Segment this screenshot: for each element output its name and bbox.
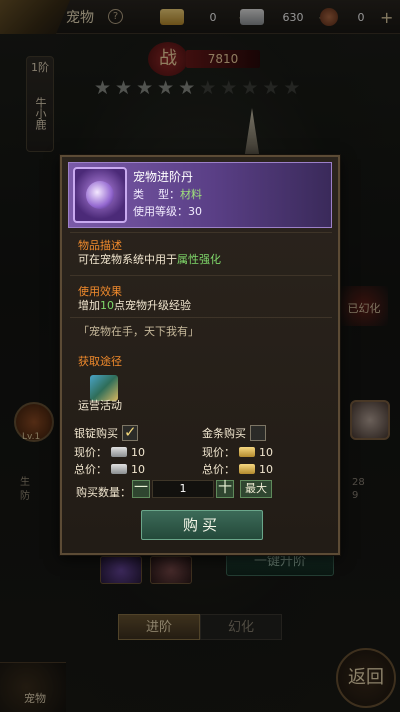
silver-price-value: 10 [131, 445, 145, 459]
silver-total-value: 10 [131, 462, 145, 476]
gold-bar-icon [239, 447, 255, 457]
gold-price-row: 现价： 10 [202, 444, 273, 460]
gold-price-label: 现价： [202, 446, 235, 459]
item-type: 类 型：材料 [133, 186, 202, 202]
purple-orb-icon [86, 181, 114, 209]
silver-buy-label: 银锭购买 [74, 427, 118, 440]
effect-highlight: 10 [100, 299, 114, 312]
gold-total-value: 10 [259, 462, 273, 476]
gold-buy-option: 金条购买 [202, 425, 266, 441]
silver-buy-option: 银锭购买 [74, 423, 138, 441]
item-level-label: 使用等级： [133, 205, 188, 218]
effect-text: 增加10点宠物升级经验 [78, 297, 191, 313]
divider [70, 232, 332, 233]
gold-buy-checkbox[interactable] [250, 425, 266, 441]
silver-buy-checkbox[interactable] [122, 423, 138, 441]
description-highlight: 属性强化 [177, 253, 221, 266]
quantity-input[interactable]: 1 [152, 480, 214, 498]
gold-bar-icon [239, 464, 255, 474]
divider [70, 317, 332, 318]
gold-price-value: 10 [259, 445, 273, 459]
item-name: 宠物进阶丹 [133, 170, 194, 184]
item-purchase-popup: 宠物进阶丹 类 型：材料 使用等级：30 物品描述 可在宠物系统中用于属性强化 … [60, 155, 340, 555]
item-header: 宠物进阶丹 类 型：材料 使用等级：30 [68, 162, 332, 228]
gold-buy-label: 金条购买 [202, 427, 246, 440]
effect-text-suffix: 点宠物升级经验 [114, 299, 191, 312]
gold-total-label: 总价： [202, 463, 235, 476]
effect-text-prefix: 增加 [78, 299, 100, 312]
quantity-minus-button[interactable]: 一 [132, 480, 150, 498]
item-icon-frame [73, 167, 127, 223]
item-level: 使用等级：30 [133, 203, 202, 219]
quantity-plus-button[interactable]: 十 [216, 480, 234, 498]
flavor-text: 「宠物在手，天下我有」 [78, 325, 199, 338]
silver-bar-icon [111, 447, 127, 457]
divider [70, 275, 332, 276]
source-title: 获取途径 [78, 355, 122, 368]
item-type-value: 材料 [180, 188, 202, 201]
item-level-value: 30 [188, 205, 202, 218]
silver-price-row: 现价： 10 [74, 444, 145, 460]
silver-bar-icon [111, 464, 127, 474]
source-label: 运营活动 [78, 399, 122, 412]
silver-total-row: 总价： 10 [74, 461, 145, 477]
silver-total-label: 总价： [74, 463, 107, 476]
gold-total-row: 总价： 10 [202, 461, 273, 477]
quantity-max-button[interactable]: 最大 [240, 480, 272, 498]
item-type-label: 类 型： [133, 188, 180, 201]
description-text: 可在宠物系统中用于属性强化 [78, 251, 221, 267]
description-text-prefix: 可在宠物系统中用于 [78, 253, 177, 266]
buy-button[interactable]: 购买 [141, 510, 263, 540]
quantity-label: 购买数量： [76, 486, 131, 499]
silver-price-label: 现价： [74, 446, 107, 459]
